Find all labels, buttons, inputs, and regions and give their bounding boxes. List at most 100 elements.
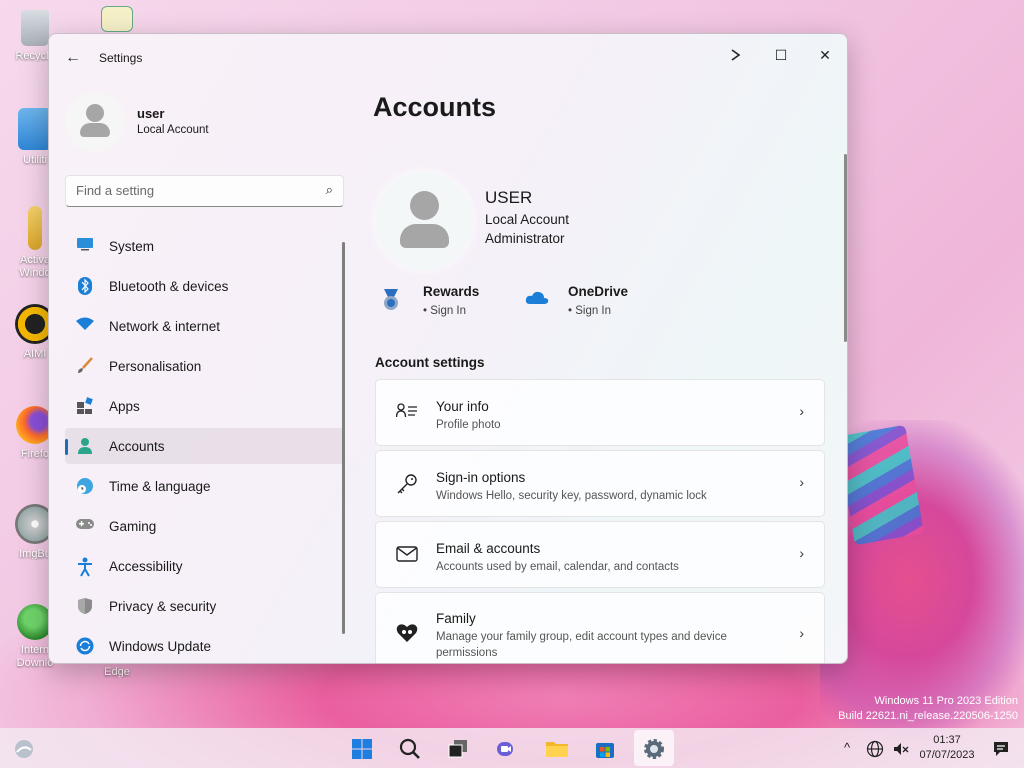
avatar bbox=[65, 92, 125, 152]
sidebar-item-label: Apps bbox=[109, 399, 140, 414]
card-subtitle: Accounts used by email, calendar, and co… bbox=[436, 561, 679, 573]
sidebar-item-windows-update[interactable]: Windows Update bbox=[65, 628, 344, 663]
widgets-icon bbox=[13, 738, 35, 760]
watermark-edition: Windows 11 Pro 2023 Edition bbox=[874, 695, 1019, 707]
sidebar-item-network[interactable]: Network & internet bbox=[65, 308, 344, 344]
sidebar-user-card[interactable]: user Local Account bbox=[65, 92, 345, 152]
accounts-icon bbox=[75, 437, 95, 455]
onedrive-sign-in-link[interactable]: • Sign In bbox=[568, 305, 611, 317]
window-title: Settings bbox=[99, 51, 143, 65]
sidebar-item-label: Accessibility bbox=[109, 559, 183, 574]
chat-icon bbox=[495, 738, 517, 760]
minimize-button[interactable] bbox=[717, 40, 757, 70]
start-button[interactable] bbox=[342, 730, 382, 766]
store-button[interactable] bbox=[585, 730, 625, 766]
back-button[interactable]: ← bbox=[61, 46, 85, 70]
search-box[interactable]: ⌕ bbox=[65, 175, 344, 207]
chevron-right-icon: › bbox=[799, 545, 804, 561]
sidebar-item-label: Windows Update bbox=[109, 639, 212, 654]
task-view-icon bbox=[447, 738, 469, 760]
notepad-icon bbox=[101, 6, 133, 32]
card-title: Your info bbox=[436, 399, 489, 414]
sidebar-item-accounts[interactable]: Accounts bbox=[65, 428, 344, 464]
card-title: Sign-in options bbox=[436, 470, 526, 485]
sidebar-item-privacy-security[interactable]: Privacy & security bbox=[65, 588, 344, 624]
show-hidden-icons-button[interactable]: ^ bbox=[844, 740, 850, 755]
page-title: Accounts bbox=[373, 92, 497, 122]
family-heart-icon bbox=[396, 623, 418, 645]
watermark-build: Build 22621.ni_release.220506-1250 bbox=[838, 710, 1018, 722]
close-button[interactable]: ✕ bbox=[805, 40, 845, 70]
card-subtitle: Profile photo bbox=[436, 419, 501, 431]
main-scrollbar[interactable] bbox=[844, 154, 847, 342]
globe-icon bbox=[75, 477, 95, 495]
desktop-icon-label: Edge bbox=[104, 666, 130, 678]
account-settings-heading: Account settings bbox=[375, 355, 485, 370]
apps-icon bbox=[75, 397, 95, 415]
avatar-head bbox=[86, 104, 104, 122]
card-family[interactable]: Family Manage your family group, edit ac… bbox=[375, 592, 825, 663]
teams-chat-button[interactable] bbox=[486, 730, 526, 766]
search-input[interactable] bbox=[76, 183, 306, 198]
card-subtitle: Manage your family group, edit account t… bbox=[436, 631, 727, 659]
network-globe-icon[interactable] bbox=[866, 740, 884, 761]
sidebar-item-time-language[interactable]: Time & language bbox=[65, 468, 344, 504]
key-icon bbox=[396, 473, 418, 495]
sidebar-item-apps[interactable]: Apps bbox=[65, 388, 344, 424]
avatar-head bbox=[410, 191, 439, 220]
task-view-button[interactable] bbox=[438, 730, 478, 766]
desktop-icon-notepad[interactable] bbox=[94, 6, 140, 36]
sidebar-item-gaming[interactable]: Gaming bbox=[65, 508, 344, 544]
chevron-right-icon: › bbox=[799, 625, 804, 641]
wifi-icon bbox=[75, 317, 95, 335]
sidebar-item-bluetooth[interactable]: Bluetooth & devices bbox=[65, 268, 344, 304]
minimize-icon bbox=[731, 49, 741, 61]
card-sign-in-options[interactable]: Sign-in options Windows Hello, security … bbox=[375, 450, 825, 517]
shield-icon bbox=[75, 597, 95, 615]
onedrive-label: OneDrive bbox=[568, 284, 629, 299]
sidebar-item-accessibility[interactable]: Accessibility bbox=[65, 548, 344, 584]
card-title: Family bbox=[436, 611, 476, 626]
sidebar-item-system[interactable]: System bbox=[65, 228, 344, 264]
folder-icon bbox=[18, 108, 52, 150]
settings-taskbar-button[interactable] bbox=[634, 730, 674, 766]
card-email-accounts[interactable]: Email & accounts Accounts used by email,… bbox=[375, 521, 825, 588]
sidebar-scrollbar[interactable] bbox=[342, 242, 345, 634]
taskbar-clock[interactable]: 01:37 07/07/2023 bbox=[910, 733, 984, 763]
widgets-button[interactable] bbox=[4, 730, 44, 766]
search-icon: ⌕ bbox=[325, 182, 333, 197]
recycle-bin-icon bbox=[21, 10, 49, 46]
card-title: Email & accounts bbox=[436, 541, 541, 556]
folder-icon bbox=[545, 738, 568, 760]
rewards-sign-in-link[interactable]: • Sign In bbox=[423, 305, 466, 317]
onedrive-cloud-icon bbox=[524, 288, 549, 312]
clock-time: 01:37 bbox=[933, 734, 961, 746]
windows-watermark: Windows 11 Pro 2023 Edition Build 22621.… bbox=[838, 694, 1018, 724]
sidebar-item-label: Personalisation bbox=[109, 359, 202, 374]
user-name: user bbox=[137, 106, 165, 121]
maximize-button[interactable]: ☐ bbox=[761, 40, 801, 70]
file-explorer-button[interactable] bbox=[536, 730, 576, 766]
accessibility-icon bbox=[75, 557, 95, 577]
search-button[interactable] bbox=[390, 730, 430, 766]
rewards-label: Rewards bbox=[423, 284, 480, 299]
profile-role: Administrator bbox=[485, 231, 565, 246]
notifications-icon[interactable] bbox=[992, 740, 1010, 761]
sidebar-item-label: Time & language bbox=[109, 479, 211, 494]
avatar-body bbox=[400, 224, 449, 248]
card-your-info[interactable]: Your info Profile photo › bbox=[375, 379, 825, 446]
title-bar[interactable]: ← Settings ☐ ✕ bbox=[49, 34, 847, 80]
sidebar-item-label: Accounts bbox=[109, 439, 165, 454]
store-icon bbox=[594, 738, 616, 760]
sidebar-item-personalisation[interactable]: Personalisation bbox=[65, 348, 344, 384]
onedrive-service: OneDrive • Sign In bbox=[524, 284, 674, 324]
sidebar-item-label: System bbox=[109, 239, 155, 254]
profile-account-type: Local Account bbox=[485, 212, 570, 227]
desktop-icon-edge[interactable]: Edge bbox=[94, 666, 140, 678]
avatar-body bbox=[80, 123, 110, 137]
brush-icon bbox=[75, 357, 95, 375]
update-icon bbox=[75, 637, 95, 655]
sidebar-item-label: Bluetooth & devices bbox=[109, 279, 229, 294]
volume-muted-icon[interactable] bbox=[892, 740, 910, 761]
profile-avatar[interactable] bbox=[375, 172, 473, 270]
